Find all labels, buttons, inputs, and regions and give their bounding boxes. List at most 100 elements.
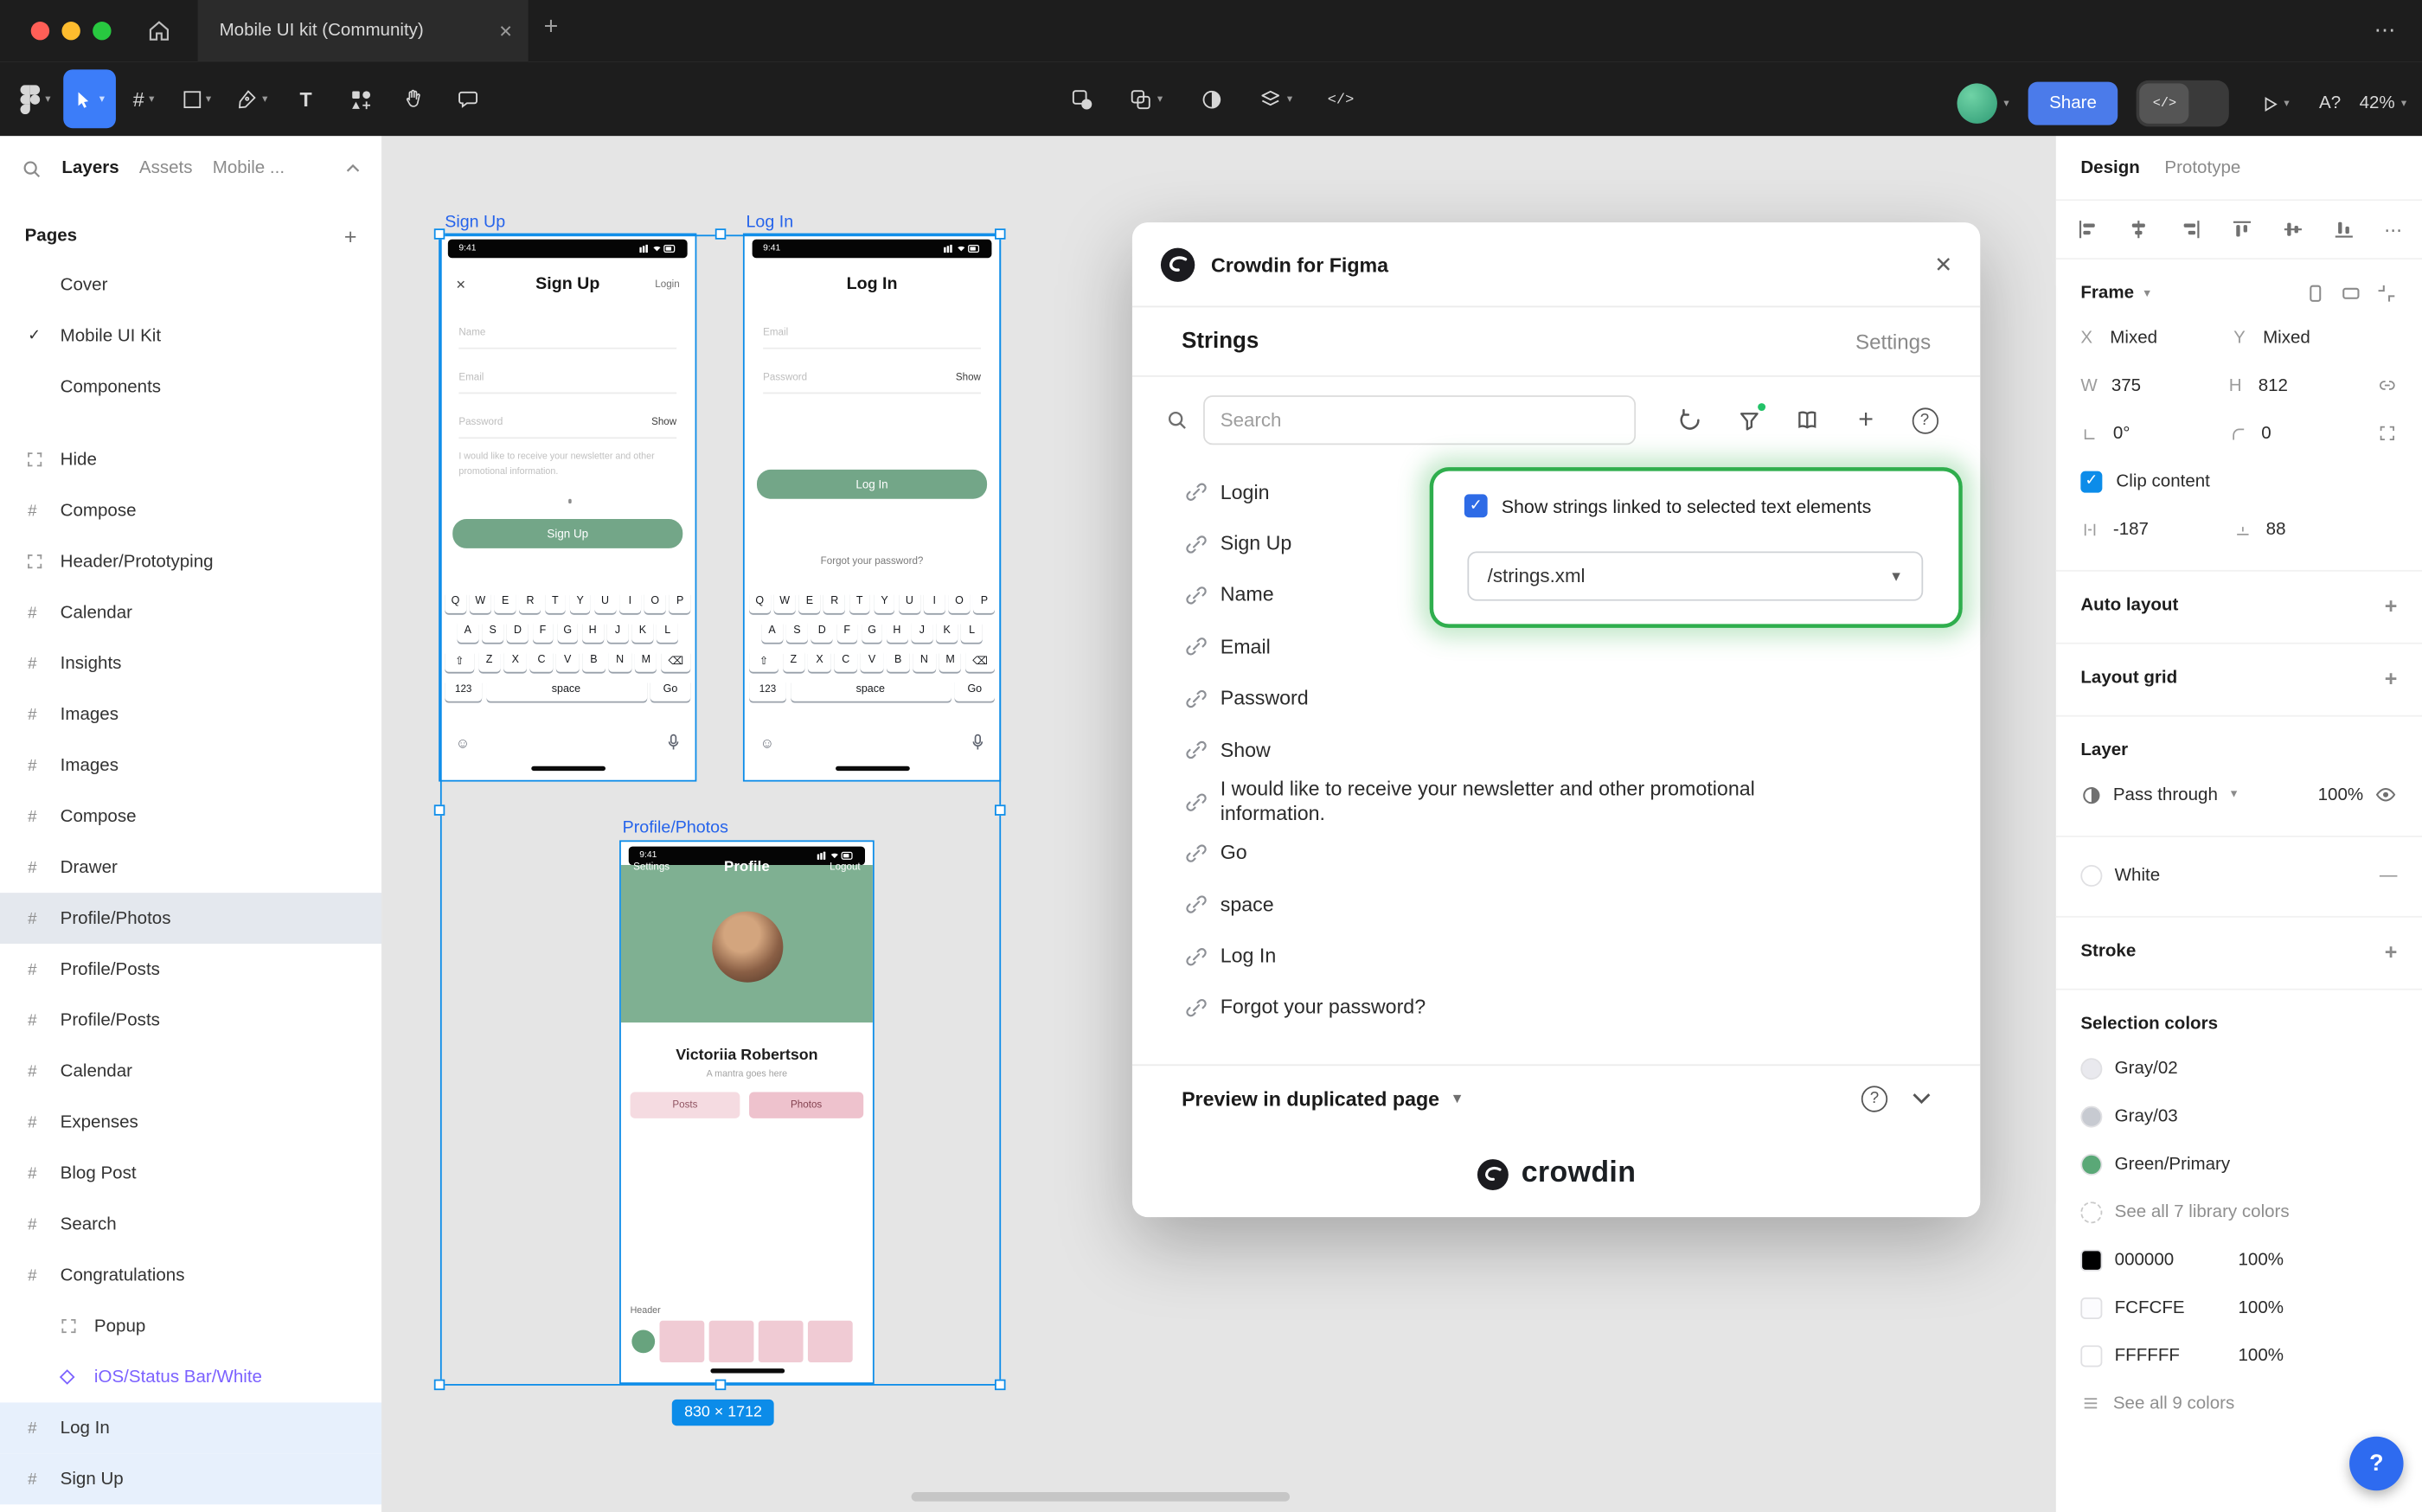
string-row[interactable]: Forgot your password? bbox=[1132, 983, 1980, 1035]
tab-layers[interactable]: Layers bbox=[61, 159, 119, 177]
layer-row[interactable]: #Calendar bbox=[0, 587, 381, 638]
boolean-groups-button[interactable]: ▾ bbox=[1120, 69, 1173, 128]
color-swatch[interactable] bbox=[2080, 1249, 2102, 1271]
close-window-button[interactable] bbox=[31, 22, 49, 40]
key-B[interactable]: B bbox=[887, 649, 909, 672]
tab-prototype[interactable]: Prototype bbox=[2164, 158, 2240, 176]
component-stack-button[interactable]: ▾ bbox=[1250, 69, 1303, 128]
feedback-button[interactable]: A? bbox=[2319, 94, 2341, 112]
key-H[interactable]: H bbox=[582, 619, 603, 643]
horizontal-scrollbar[interactable] bbox=[912, 1492, 1290, 1502]
new-tab-button[interactable]: + bbox=[544, 14, 559, 42]
selection-handle[interactable] bbox=[434, 228, 445, 240]
resources-tool-button[interactable] bbox=[334, 69, 387, 128]
width-input[interactable]: W375 bbox=[2080, 376, 2228, 394]
key-W[interactable]: W bbox=[470, 590, 490, 613]
tab-settings[interactable]: Settings bbox=[1855, 330, 1931, 353]
key-I[interactable]: I bbox=[619, 590, 640, 613]
align-left-icon[interactable] bbox=[2076, 218, 2099, 241]
add-string-button[interactable]: + bbox=[1844, 399, 1887, 442]
mic-icon[interactable] bbox=[971, 734, 984, 751]
key-Y[interactable]: Y bbox=[874, 590, 894, 613]
constrain-proportions-icon[interactable] bbox=[2377, 375, 2397, 395]
password-field[interactable]: Password Show bbox=[458, 417, 676, 439]
key-R[interactable]: R bbox=[520, 590, 541, 613]
help-button[interactable]: ? bbox=[1903, 399, 1946, 442]
see-library-colors-link[interactable]: See all 7 library colors bbox=[2080, 1188, 2397, 1235]
color-swatch[interactable] bbox=[2080, 1297, 2102, 1318]
forgot-password-link[interactable]: Forgot your password? bbox=[745, 556, 1000, 567]
close-icon[interactable]: ✕ bbox=[1934, 251, 1952, 277]
key-Y[interactable]: Y bbox=[570, 590, 591, 613]
share-button[interactable]: Share bbox=[2028, 82, 2118, 125]
key-space[interactable]: space bbox=[486, 678, 647, 702]
hex-color-row[interactable]: FFFFFF 100% bbox=[2080, 1331, 2397, 1379]
move-tool-button[interactable]: ▾ bbox=[63, 69, 116, 128]
home-icon[interactable] bbox=[139, 14, 179, 48]
close-tab-icon[interactable]: ✕ bbox=[498, 21, 512, 41]
selection-handle[interactable] bbox=[995, 804, 1006, 816]
opacity-value[interactable]: 100% bbox=[2238, 1251, 2284, 1269]
preview-row[interactable]: Preview in duplicated page ▼ ? bbox=[1132, 1064, 1980, 1131]
file-select[interactable]: /strings.xml ▼ bbox=[1467, 551, 1923, 600]
string-row[interactable]: Show bbox=[1132, 724, 1980, 776]
key-U[interactable]: U bbox=[594, 590, 615, 613]
remove-fill-button[interactable]: — bbox=[2380, 866, 2398, 884]
key-E[interactable]: E bbox=[799, 590, 820, 613]
string-row[interactable]: space bbox=[1132, 879, 1980, 931]
key-123[interactable]: 123 bbox=[749, 678, 786, 702]
layer-row[interactable]: #Images bbox=[0, 689, 381, 740]
key-⌫[interactable]: ⌫ bbox=[965, 649, 995, 672]
key-A[interactable]: A bbox=[458, 619, 478, 643]
layer-row[interactable]: Hide bbox=[0, 434, 381, 485]
login-frame[interactable]: 9:41 Log In Email Password Show Log In F… bbox=[745, 234, 1000, 779]
key-123[interactable]: 123 bbox=[445, 678, 482, 702]
key-V[interactable]: V bbox=[556, 649, 579, 672]
key-D[interactable]: D bbox=[811, 619, 832, 643]
key-N[interactable]: N bbox=[913, 649, 936, 672]
frame-tool-button[interactable]: #▾ bbox=[118, 69, 170, 128]
key-S[interactable]: S bbox=[786, 619, 807, 643]
selection-handle[interactable] bbox=[995, 1380, 1006, 1391]
email-field[interactable]: Email bbox=[763, 328, 981, 349]
blend-mode-select[interactable]: Pass through bbox=[2113, 785, 2218, 804]
y-input[interactable]: YMixed bbox=[2233, 328, 2387, 346]
key-⇧[interactable]: ⇧ bbox=[445, 649, 474, 672]
fill-style-row[interactable]: White — bbox=[2080, 851, 2397, 899]
string-row[interactable]: Go bbox=[1132, 828, 1980, 880]
key-D[interactable]: D bbox=[507, 619, 528, 643]
key-K[interactable]: K bbox=[937, 619, 958, 643]
layer-row[interactable]: #Blog Post bbox=[0, 1148, 381, 1199]
page-item[interactable]: Components bbox=[0, 362, 381, 413]
tab-page-name[interactable]: Mobile ... bbox=[213, 159, 285, 177]
tab-strings[interactable]: Strings bbox=[1182, 329, 1259, 354]
mask-tool-button[interactable] bbox=[1055, 69, 1108, 128]
color-swatch[interactable] bbox=[2080, 1057, 2102, 1079]
chevron-up-icon[interactable] bbox=[346, 163, 360, 173]
key-V[interactable]: V bbox=[861, 649, 883, 672]
page-item[interactable]: ✓Mobile UI Kit bbox=[0, 311, 381, 362]
dev-resources-button[interactable]: </> bbox=[1315, 69, 1368, 128]
show-password-link[interactable]: Show bbox=[651, 417, 676, 428]
key-S[interactable]: S bbox=[482, 619, 503, 643]
key-L[interactable]: L bbox=[657, 619, 678, 643]
key-⌫[interactable]: ⌫ bbox=[661, 649, 690, 672]
key-Q[interactable]: Q bbox=[749, 590, 770, 613]
layer-row[interactable]: #Congratulations bbox=[0, 1250, 381, 1301]
opacity-value[interactable]: 100% bbox=[2238, 1346, 2284, 1364]
layer-row[interactable]: Header/Prototyping bbox=[0, 536, 381, 587]
hand-tool-button[interactable] bbox=[388, 69, 440, 128]
key-Q[interactable]: Q bbox=[445, 590, 465, 613]
layer-opacity-input[interactable]: 100% bbox=[2318, 785, 2364, 804]
selection-handle[interactable] bbox=[995, 228, 1006, 240]
key-⇧[interactable]: ⇧ bbox=[749, 649, 778, 672]
color-swatch[interactable] bbox=[2080, 1344, 2102, 1366]
corner-radius-input[interactable]: 0 bbox=[2229, 424, 2377, 442]
maximize-window-button[interactable] bbox=[93, 22, 111, 40]
preview-help-icon[interactable]: ? bbox=[1861, 1085, 1887, 1111]
frame-label-login[interactable]: Log In bbox=[746, 213, 793, 231]
help-fab-button[interactable]: ? bbox=[2349, 1437, 2404, 1491]
tab-design[interactable]: Design bbox=[2080, 158, 2139, 176]
key-T[interactable]: T bbox=[545, 590, 566, 613]
checkbox-checked-icon[interactable]: ✓ bbox=[1464, 494, 1488, 517]
